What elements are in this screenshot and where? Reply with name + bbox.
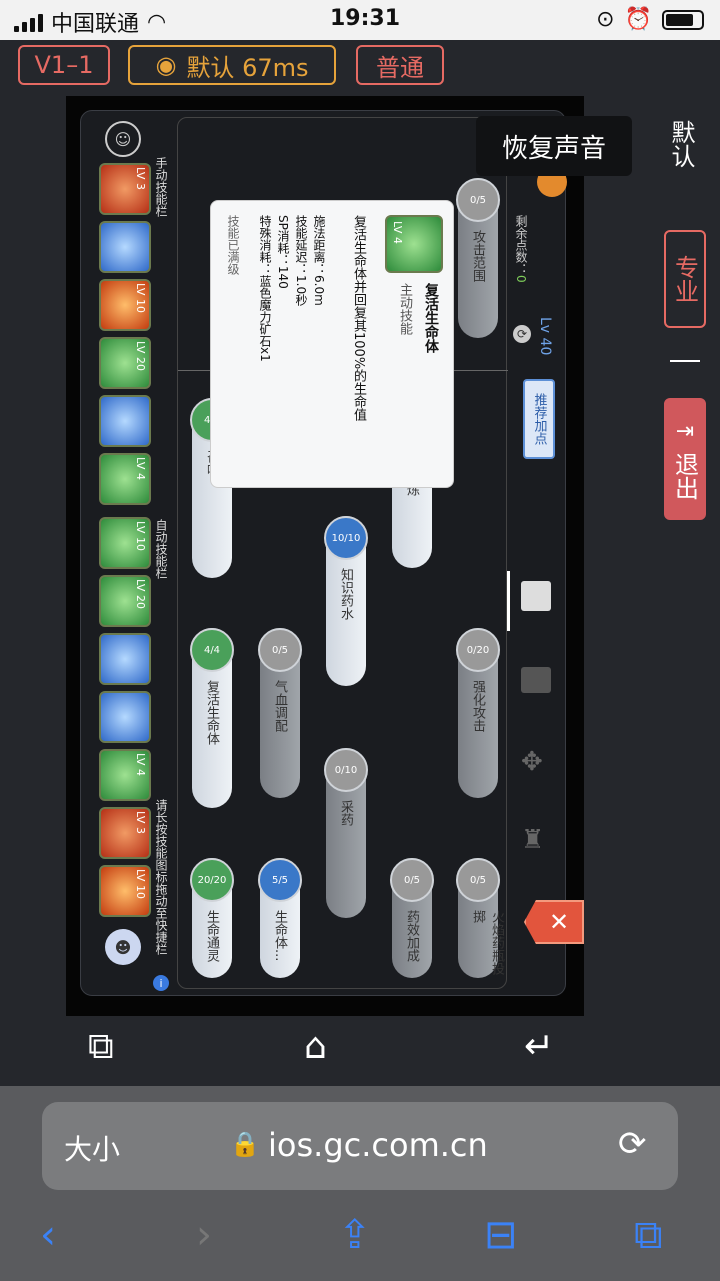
divider	[670, 360, 700, 362]
pro-mode-button[interactable]: 专业	[664, 230, 706, 328]
back-arrow-icon[interactable]: ‹	[40, 1212, 56, 1258]
remaining-points: 剩余点数：0	[514, 215, 528, 283]
copy-icon[interactable]: ⧉	[88, 1026, 114, 1068]
wifi-icon: ◠	[147, 9, 167, 35]
manual-bar-label: 手动技能栏	[154, 157, 168, 217]
tooltip-delay: 技能延迟：1.0秒	[294, 215, 308, 307]
mode-button[interactable]: 普通	[356, 45, 444, 85]
pet-avatar-icon[interactable]: ☻	[105, 929, 141, 965]
share-icon[interactable]: ⇪	[338, 1212, 372, 1258]
manual-slot-1[interactable]: LV 3	[99, 163, 151, 215]
network-button[interactable]: ◉ 默认 67ms	[128, 45, 336, 85]
close-button[interactable]: ✕	[524, 900, 584, 944]
auto-slot-3[interactable]	[99, 633, 151, 685]
auto-slot-6[interactable]: LV 3	[99, 807, 151, 859]
tab-book-icon[interactable]	[521, 667, 551, 693]
emote-icon[interactable]: ☺	[105, 121, 141, 157]
tab-move-icon[interactable]: ✥	[521, 747, 543, 777]
back-icon[interactable]: ↵	[524, 1026, 554, 1067]
clock: 19:31	[330, 6, 401, 31]
tabs-icon[interactable]: ⧉	[634, 1212, 663, 1258]
default-label: 默认	[667, 120, 695, 168]
skill-node-icon[interactable]: 0/5	[456, 178, 500, 222]
exit-icon: ⇥	[675, 418, 695, 444]
skill-node-icon[interactable]: 0/5	[390, 858, 434, 902]
tooltip-range: 施法距离：6.0m	[312, 215, 326, 306]
level-label: Lv 40	[537, 317, 553, 356]
tooltip-status: 技能已满级	[226, 215, 240, 275]
skill-node-icon[interactable]: 0/5	[258, 628, 302, 672]
skill-node-icon[interactable]: 0/5	[456, 858, 500, 902]
alarm-icon: ⏰	[624, 7, 652, 32]
rotation-lock-icon: ⊙	[596, 7, 615, 32]
bookmarks-icon[interactable]: ⊟	[484, 1212, 518, 1258]
auto-slot-1[interactable]: LV 10	[99, 517, 151, 569]
skill-node-icon[interactable]: 0/20	[456, 628, 500, 672]
network-label: 默认 67ms	[186, 53, 309, 82]
address-bar[interactable]: 大小 🔒 ios.gc.com.cn ⟳	[42, 1102, 678, 1190]
wifi-icon: ◉	[155, 51, 177, 79]
exit-label: 退出	[670, 451, 699, 500]
status-right: ⊙ ⏰	[596, 7, 704, 32]
tooltip-description: 复活生命体并回复其100%的生命值	[351, 215, 366, 422]
url-text: ios.gc.com.cn	[268, 1126, 488, 1164]
app-nav-bar: ⧉ ⌂ ↵	[0, 1016, 720, 1086]
home-icon[interactable]: ⌂	[304, 1026, 327, 1067]
skill-node-icon[interactable]: 10/10	[324, 516, 368, 560]
auto-slot-5[interactable]: LV 4	[99, 749, 151, 801]
version-button[interactable]: V1–1	[18, 45, 110, 85]
tab-indicator	[507, 571, 510, 631]
forward-arrow-icon[interactable]: ›	[196, 1212, 212, 1258]
refresh-icon[interactable]: ⟳	[513, 325, 531, 343]
top-bar: V1–1 ◉ 默认 67ms 普通	[0, 40, 720, 96]
recommend-button[interactable]: 推荐加点	[523, 379, 555, 459]
skill-node-icon[interactable]: 4/4	[190, 628, 234, 672]
manual-slot-6[interactable]: LV 4	[99, 453, 151, 505]
text-size-button[interactable]: 大小	[64, 1128, 120, 1168]
tooltip-skill-type: 主动技能	[397, 283, 412, 335]
carrier: 中国联通 ◠	[14, 6, 166, 38]
reload-icon[interactable]: ⟳	[618, 1124, 647, 1164]
tooltip-skill-name: 复活生命体	[423, 283, 439, 353]
drag-hint: 请长按技能图标拖动至快捷栏	[154, 799, 168, 955]
tab-guild-icon[interactable]: ♜	[521, 825, 544, 855]
battery-icon	[662, 9, 704, 30]
info-icon[interactable]: i	[153, 975, 169, 991]
auto-bar-label: 自动技能栏	[154, 519, 168, 579]
skill-node-icon[interactable]: 20/20	[190, 858, 234, 902]
signal-icon	[14, 12, 43, 32]
skill-node-icon[interactable]: 5/5	[258, 858, 302, 902]
skill-tooltip: LV 4 复活生命体 主动技能 复活生命体并回复其100%的生命值 施法距离：6…	[210, 200, 454, 488]
manual-slot-3[interactable]: LV 10	[99, 279, 151, 331]
tooltip-skill-icon: LV 4	[385, 215, 443, 273]
skill-node-icon[interactable]: 0/10	[324, 748, 368, 792]
tab-skills-icon[interactable]	[521, 581, 551, 611]
restore-sound-button[interactable]: 恢复声音	[476, 116, 632, 176]
manual-slot-5[interactable]	[99, 395, 151, 447]
manual-slot-2[interactable]	[99, 221, 151, 273]
carrier-name: 中国联通	[51, 12, 140, 37]
tooltip-sp: SP消耗：140	[276, 215, 290, 289]
lock-icon: 🔒	[230, 1130, 260, 1158]
tooltip-special: 特殊消耗：蓝色魔力矿石x1	[258, 215, 272, 362]
manual-slot-4[interactable]: LV 20	[99, 337, 151, 389]
auto-slot-2[interactable]: LV 20	[99, 575, 151, 627]
browser-toolbar: 大小 🔒 ios.gc.com.cn ⟳ ‹ › ⇪ ⊟ ⧉	[0, 1086, 720, 1281]
auto-slot-7[interactable]: LV 10	[99, 865, 151, 917]
exit-button[interactable]: ⇥ 退出	[664, 398, 706, 520]
status-bar: 中国联通 ◠ 19:31 ⊙ ⏰	[0, 0, 720, 40]
auto-slot-4[interactable]	[99, 691, 151, 743]
